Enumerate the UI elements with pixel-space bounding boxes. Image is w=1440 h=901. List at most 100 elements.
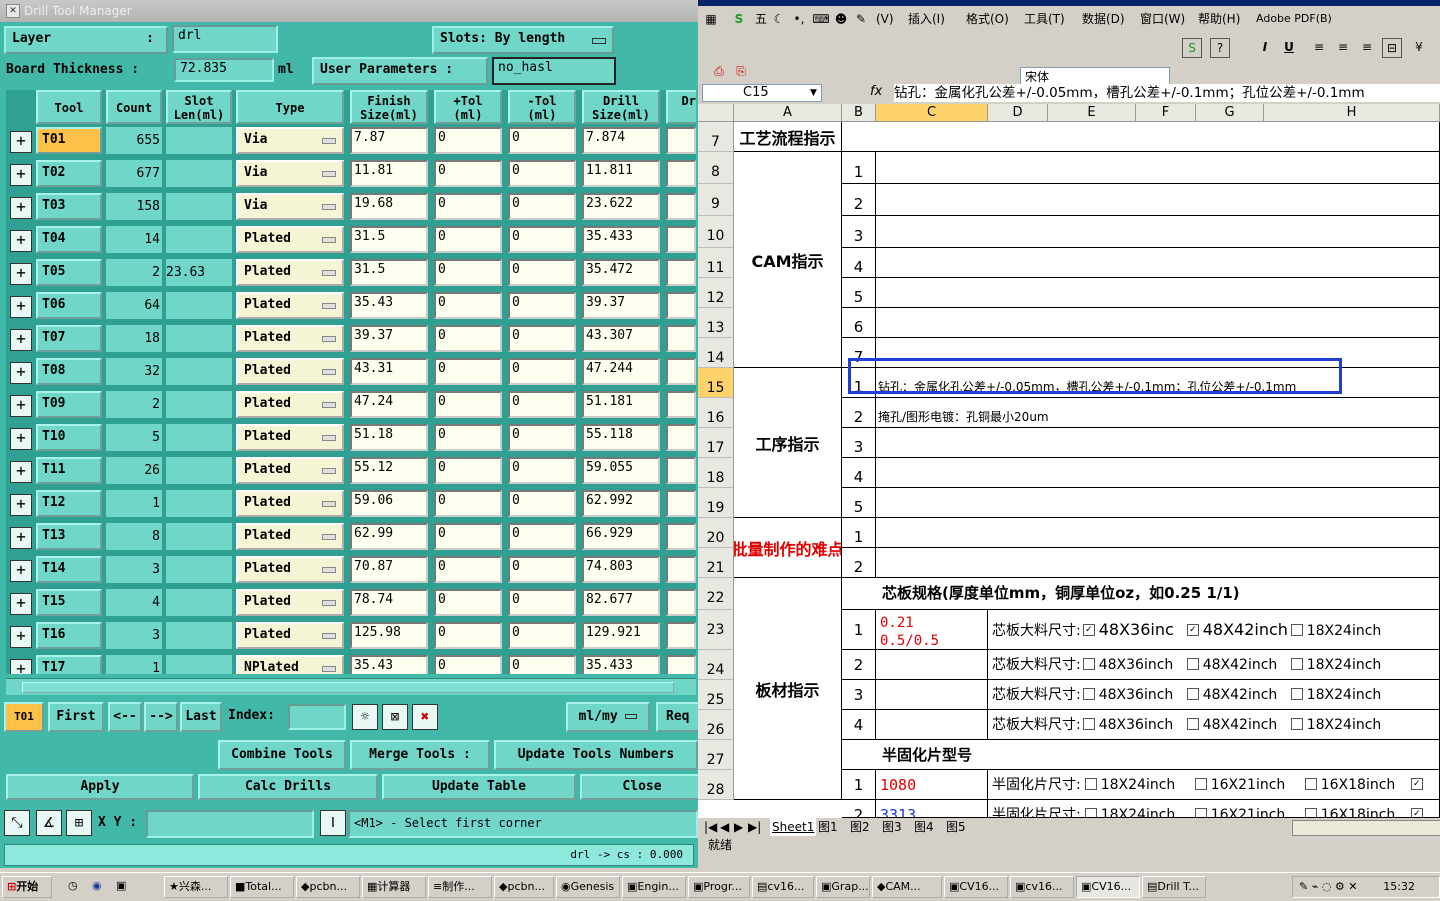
expand-icon[interactable]: + <box>10 461 32 483</box>
taskbar-item[interactable]: ▣CV16... <box>944 876 1008 898</box>
type-dropdown[interactable]: Plated <box>236 457 344 484</box>
item-content[interactable] <box>876 184 1440 216</box>
next-column-input[interactable] <box>666 259 696 286</box>
minus-tol-input[interactable]: 0 <box>508 325 576 352</box>
checkbox[interactable] <box>1186 658 1199 670</box>
input-method-icon[interactable]: S <box>730 10 748 28</box>
tool-cell[interactable]: T14 <box>36 556 102 583</box>
tool-cell[interactable]: T17 <box>36 655 102 674</box>
size-options[interactable]: 芯板大料尺寸: 48X36inch 48X42inch 18X24inch <box>988 710 1440 740</box>
plus-tol-input[interactable]: 0 <box>434 589 502 616</box>
column-header-e[interactable]: E <box>1048 104 1136 122</box>
row-header[interactable]: 7 <box>698 122 734 152</box>
prepreg-type[interactable]: 1080 <box>876 770 988 800</box>
finish-size-input[interactable]: 31.5 <box>350 259 428 286</box>
keyboard-icon[interactable]: ⌨ <box>812 10 830 28</box>
next-column-input[interactable] <box>666 358 696 385</box>
checkbox[interactable] <box>1082 688 1095 700</box>
plus-tol-input[interactable]: 0 <box>434 391 502 418</box>
item-content[interactable] <box>876 248 1440 278</box>
row-header[interactable]: 11 <box>698 248 734 278</box>
item-number[interactable]: 1 <box>842 152 876 184</box>
wrench-icon[interactable]: ✎ <box>852 10 870 28</box>
next-column-input[interactable] <box>666 127 696 154</box>
section-difficulty[interactable]: 不可批量制作的难点项目 <box>734 518 842 578</box>
board-thickness-input[interactable]: 72.835 <box>174 58 274 82</box>
next-column-input[interactable] <box>666 193 696 220</box>
slots-selector[interactable]: Slots: By length <box>432 26 614 54</box>
row-header[interactable]: 28 <box>698 770 734 800</box>
type-dropdown[interactable]: Plated <box>236 523 344 550</box>
bulb-icon[interactable]: ☼ <box>352 704 378 730</box>
item-number[interactable]: 5 <box>842 488 876 518</box>
row-header[interactable]: 13 <box>698 308 734 338</box>
drill-size-input[interactable]: 51.181 <box>582 391 660 418</box>
item-number[interactable]: 2 <box>842 650 876 680</box>
expand-icon[interactable]: + <box>10 659 32 674</box>
checkbox[interactable]: ✓ <box>1186 623 1199 636</box>
drill-size-input[interactable]: 59.055 <box>582 457 660 484</box>
tool-cell[interactable]: T04 <box>36 226 102 253</box>
core-spec-header[interactable]: 芯板规格(厚度单位mm，铜厚单位oz，如0.25 1/1) <box>842 578 1440 610</box>
drill-size-input[interactable]: 62.992 <box>582 490 660 517</box>
row-header[interactable]: 14 <box>698 338 734 368</box>
item-number[interactable]: 6 <box>842 308 876 338</box>
expand-icon[interactable]: + <box>10 296 32 318</box>
row-header[interactable]: 24 <box>698 650 734 680</box>
req-button[interactable]: Req <box>656 702 698 732</box>
tab-fig3[interactable]: 图3 <box>882 818 902 836</box>
drill-size-input[interactable]: 82.677 <box>582 589 660 616</box>
tab-sheet1[interactable]: Sheet1 <box>770 818 817 836</box>
item-content[interactable] <box>876 152 1440 184</box>
underline-icon[interactable]: U <box>1280 38 1298 56</box>
finish-size-input[interactable]: 19.68 <box>350 193 428 220</box>
size-options[interactable]: 芯板大料尺寸: 48X36inch 48X42inch 18X24inch <box>988 650 1440 680</box>
minus-tol-input[interactable]: 0 <box>508 655 576 674</box>
row-header[interactable]: 18 <box>698 458 734 488</box>
drill-size-input[interactable]: 74.803 <box>582 556 660 583</box>
tool-cell[interactable]: T08 <box>36 358 102 385</box>
combine-tools-button[interactable]: Combine Tools <box>218 740 346 770</box>
taskbar-item[interactable]: ▣Grap... <box>816 876 870 898</box>
namebox-dropdown-icon[interactable]: ▼ <box>810 88 817 98</box>
checkbox[interactable]: ✓ <box>1410 778 1423 790</box>
minus-tol-input[interactable]: 0 <box>508 226 576 253</box>
minus-tol-input[interactable]: 0 <box>508 193 576 220</box>
prepreg-size-options[interactable]: 半固化片尺寸: 18X24inch 16X21inch 16X18inch ✓ <box>988 800 1440 818</box>
row-header[interactable]: 8 <box>698 152 734 184</box>
row-header[interactable]: 15 <box>698 368 734 398</box>
row-header[interactable]: 23 <box>698 610 734 650</box>
item-content[interactable] <box>876 278 1440 308</box>
minus-tol-input[interactable]: 0 <box>508 391 576 418</box>
item-content[interactable] <box>876 518 1440 548</box>
finish-size-input[interactable]: 35.43 <box>350 655 428 674</box>
next-column-input[interactable] <box>666 391 696 418</box>
item-content[interactable] <box>876 458 1440 488</box>
minus-tol-input[interactable]: 0 <box>508 556 576 583</box>
currency-icon[interactable]: ¥ <box>1410 38 1428 56</box>
next-column-input[interactable] <box>666 589 696 616</box>
row-header[interactable]: 27 <box>698 740 734 770</box>
expand-icon[interactable]: + <box>10 329 32 351</box>
finish-size-input[interactable]: 43.31 <box>350 358 428 385</box>
minus-tol-input[interactable]: 0 <box>508 424 576 451</box>
scrollbar-thumb[interactable] <box>22 682 674 693</box>
name-box[interactable]: C15 <box>702 84 822 102</box>
checkbox[interactable] <box>1084 808 1097 817</box>
plus-tol-input[interactable]: 0 <box>434 292 502 319</box>
next-column-input[interactable] <box>666 523 696 550</box>
drill-size-input[interactable]: 55.118 <box>582 424 660 451</box>
plus-tol-input[interactable]: 0 <box>434 655 502 674</box>
checkbox[interactable] <box>1186 688 1199 700</box>
row-header[interactable]: 16 <box>698 398 734 428</box>
checkbox[interactable] <box>1290 688 1303 700</box>
align-center-icon[interactable]: ≡ <box>1334 38 1352 56</box>
excel-hscrollbar[interactable] <box>1292 820 1440 836</box>
expand-icon[interactable]: + <box>10 428 32 450</box>
item-number[interactable]: 2 <box>842 184 876 216</box>
user-icon[interactable]: ☻ <box>832 10 850 28</box>
plus-tol-input[interactable]: 0 <box>434 490 502 517</box>
taskbar-item[interactable]: ▣cv16... <box>1010 876 1074 898</box>
punctuation-icon[interactable]: •, <box>790 10 808 28</box>
item-content[interactable]: 掩孔/图形电镀：孔铜最小20um <box>876 398 1440 428</box>
